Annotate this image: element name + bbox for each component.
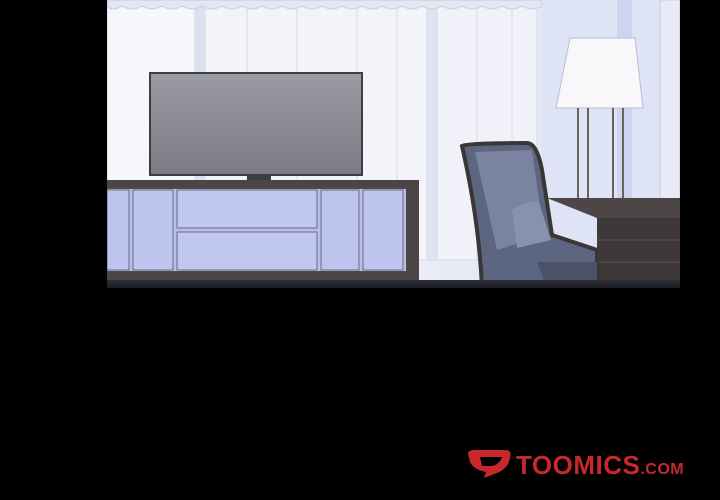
tv-cabinet [107, 180, 419, 288]
curtain-valance [107, 0, 543, 10]
watermark-brand: TOOMICS [516, 450, 641, 480]
toomics-watermark: TOOMICS.COM [466, 444, 706, 484]
watermark-text: TOOMICS.COM [516, 450, 684, 481]
comic-panel [107, 0, 680, 288]
television [149, 72, 363, 181]
floor [107, 280, 680, 288]
watermark-suffix: .COM [640, 461, 685, 478]
toomics-logo-icon [468, 450, 511, 478]
room-illustration [107, 0, 680, 288]
